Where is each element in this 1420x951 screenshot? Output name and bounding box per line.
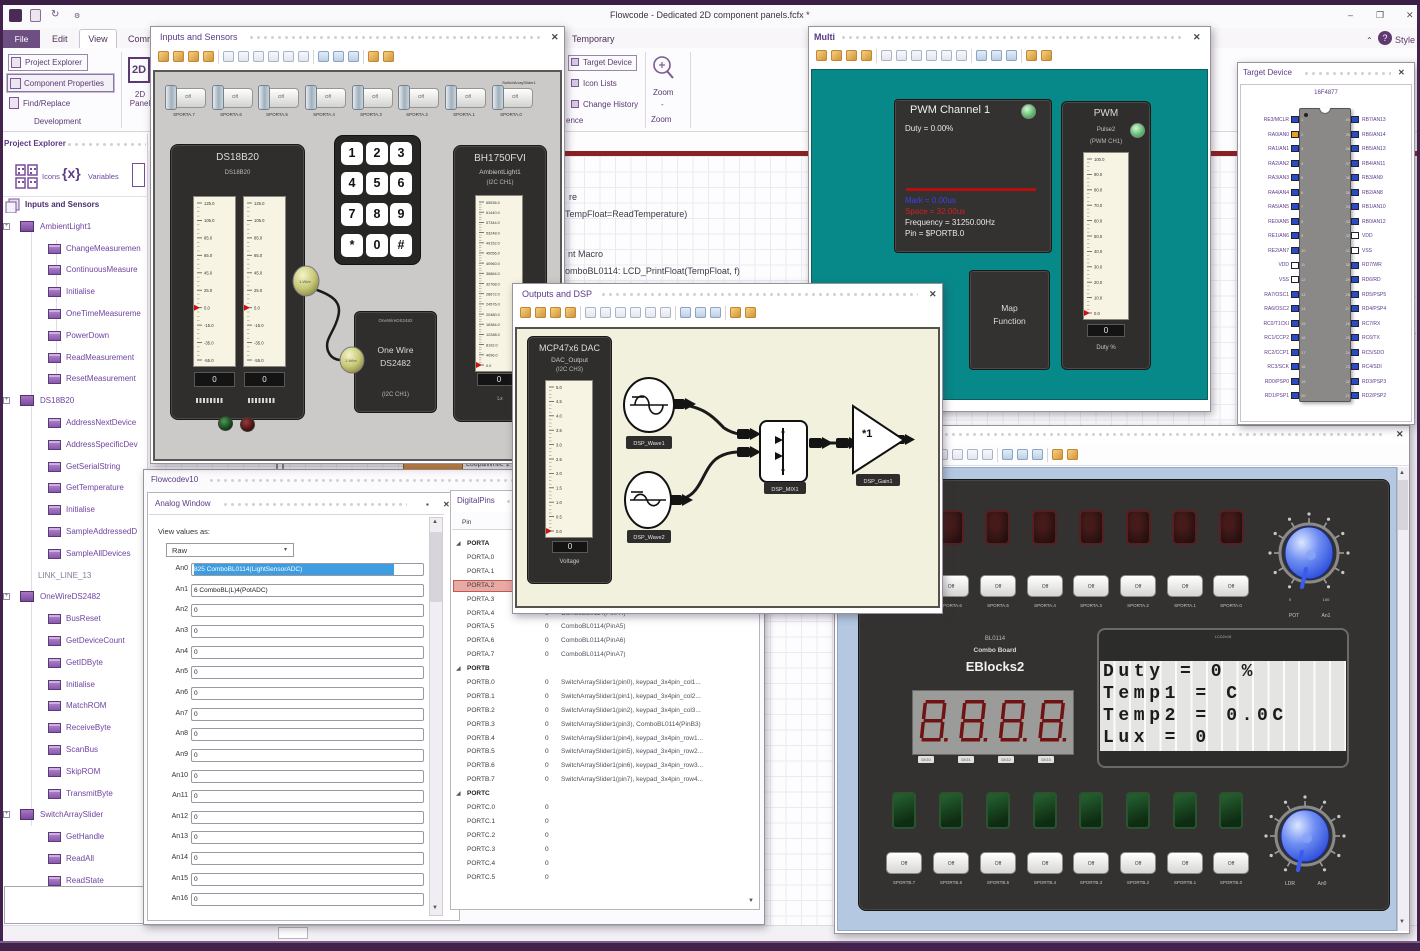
svg-text:100.0: 100.0 xyxy=(1094,157,1105,162)
svg-text:50.0: 50.0 xyxy=(1094,234,1103,239)
svg-text:105.0: 105.0 xyxy=(254,218,265,223)
svg-text:12288.0: 12288.0 xyxy=(486,333,500,337)
svg-text:1-Wire: 1-Wire xyxy=(345,358,358,363)
svg-text:25.0: 25.0 xyxy=(204,288,213,293)
svg-text:25.0: 25.0 xyxy=(254,288,263,293)
svg-text:49152.0: 49152.0 xyxy=(486,242,500,246)
svg-text:DSP_Gain1: DSP_Gain1 xyxy=(863,479,892,485)
svg-text:5.0: 5.0 xyxy=(204,306,210,311)
svg-text:DSP_MIX1: DSP_MIX1 xyxy=(771,487,798,493)
svg-text:105.0: 105.0 xyxy=(204,218,215,223)
svg-text:70.0: 70.0 xyxy=(1094,203,1103,208)
svg-text:-55.0: -55.0 xyxy=(254,358,264,363)
svg-text:57344.0: 57344.0 xyxy=(486,221,500,225)
svg-text:65.0: 65.0 xyxy=(204,253,213,258)
svg-text:65536.0: 65536.0 xyxy=(486,201,500,205)
svg-text:125.0: 125.0 xyxy=(204,201,215,206)
svg-text:20.0: 20.0 xyxy=(1094,280,1103,285)
svg-text:30.0: 30.0 xyxy=(1094,265,1103,270)
svg-text:0.0: 0.0 xyxy=(1094,311,1100,316)
svg-text:DSP_Wave2: DSP_Wave2 xyxy=(633,535,664,541)
svg-text:0.0: 0.0 xyxy=(486,364,491,368)
svg-text:40.0: 40.0 xyxy=(1094,249,1103,254)
svg-text:20480.0: 20480.0 xyxy=(486,313,500,317)
svg-text:1-Wire: 1-Wire xyxy=(299,279,312,284)
svg-text:-15.0: -15.0 xyxy=(204,323,214,328)
svg-text:90.0: 90.0 xyxy=(1094,172,1103,177)
svg-text:61440.0: 61440.0 xyxy=(486,211,500,215)
svg-text:45.0: 45.0 xyxy=(254,271,263,276)
svg-text:45056.0: 45056.0 xyxy=(486,252,500,256)
svg-text:53248.0: 53248.0 xyxy=(486,231,500,235)
svg-text:85.0: 85.0 xyxy=(254,236,263,241)
svg-text:-35.0: -35.0 xyxy=(204,340,214,345)
svg-text:85.0: 85.0 xyxy=(204,236,213,241)
svg-text:10.0: 10.0 xyxy=(1094,295,1103,300)
svg-text:8192.0: 8192.0 xyxy=(486,343,498,347)
svg-text:60.0: 60.0 xyxy=(1094,218,1103,223)
svg-text:5.0: 5.0 xyxy=(254,306,260,311)
svg-text:125.0: 125.0 xyxy=(254,201,265,206)
svg-text:40960.0: 40960.0 xyxy=(486,262,500,266)
svg-text:65.0: 65.0 xyxy=(254,253,263,258)
svg-text:-55.0: -55.0 xyxy=(204,358,214,363)
svg-text:36864.0: 36864.0 xyxy=(486,272,500,276)
svg-text:16384.0: 16384.0 xyxy=(486,323,500,327)
svg-text:-35.0: -35.0 xyxy=(254,340,264,345)
svg-text:32768.0: 32768.0 xyxy=(486,282,500,286)
svg-text:DSP_Wave1: DSP_Wave1 xyxy=(633,441,664,447)
svg-text:*1: *1 xyxy=(862,428,872,440)
svg-text:24576.0: 24576.0 xyxy=(486,303,500,307)
svg-text:4096.0: 4096.0 xyxy=(486,354,498,358)
svg-text:45.0: 45.0 xyxy=(204,271,213,276)
svg-text:28672.0: 28672.0 xyxy=(486,293,500,297)
svg-text:80.0: 80.0 xyxy=(1094,188,1103,193)
svg-text:-15.0: -15.0 xyxy=(254,323,264,328)
